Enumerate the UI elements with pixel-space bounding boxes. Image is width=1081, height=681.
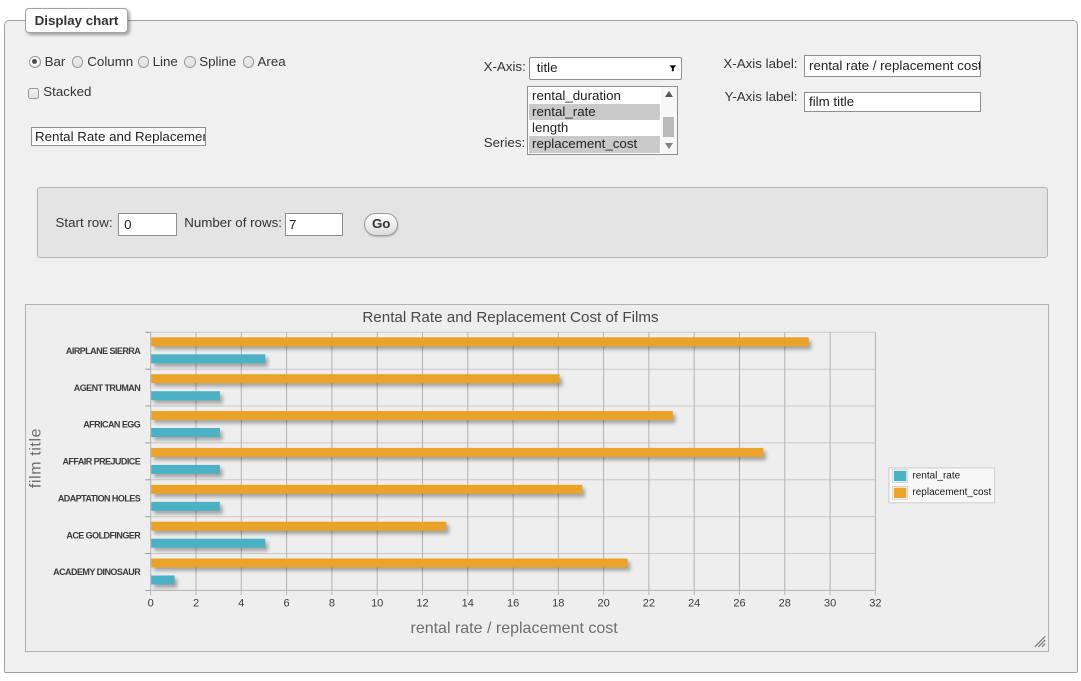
svg-text:4: 4 [238, 597, 244, 609]
svg-text:18: 18 [552, 597, 564, 609]
svg-text:24: 24 [688, 597, 700, 609]
svg-text:22: 22 [642, 597, 654, 609]
svg-text:10: 10 [371, 597, 383, 609]
svg-text:AFRICAN EGG: AFRICAN EGG [83, 419, 140, 429]
svg-text:film title: film title [27, 427, 44, 487]
svg-text:30: 30 [823, 597, 835, 609]
svg-text:32: 32 [869, 597, 881, 609]
svg-text:ACE GOLDFINGER: ACE GOLDFINGER [66, 530, 141, 540]
svg-text:14: 14 [461, 597, 473, 609]
svg-text:2: 2 [192, 597, 198, 609]
svg-text:20: 20 [597, 597, 609, 609]
svg-text:28: 28 [778, 597, 790, 609]
svg-text:0: 0 [147, 597, 153, 609]
svg-text:Rental Rate and Replacement Co: Rental Rate and Replacement Cost of Film… [362, 308, 659, 325]
svg-text:rental_rate: rental_rate [912, 470, 960, 481]
svg-text:6: 6 [283, 597, 289, 609]
svg-text:rental rate / replacement cost: rental rate / replacement cost [410, 620, 618, 637]
svg-text:12: 12 [416, 597, 428, 609]
svg-text:AGENT TRUMAN: AGENT TRUMAN [73, 382, 139, 392]
svg-text:AIRPLANE SIERRA: AIRPLANE SIERRA [65, 345, 140, 355]
svg-text:ACADEMY DINOSAUR: ACADEMY DINOSAUR [53, 567, 141, 577]
svg-text:16: 16 [506, 597, 518, 609]
svg-text:AFFAIR PREJUDICE: AFFAIR PREJUDICE [62, 456, 140, 466]
svg-text:8: 8 [328, 597, 334, 609]
svg-text:ADAPTATION HOLES: ADAPTATION HOLES [57, 493, 140, 503]
svg-text:26: 26 [733, 597, 745, 609]
svg-text:replacement_cost: replacement_cost [912, 487, 991, 498]
